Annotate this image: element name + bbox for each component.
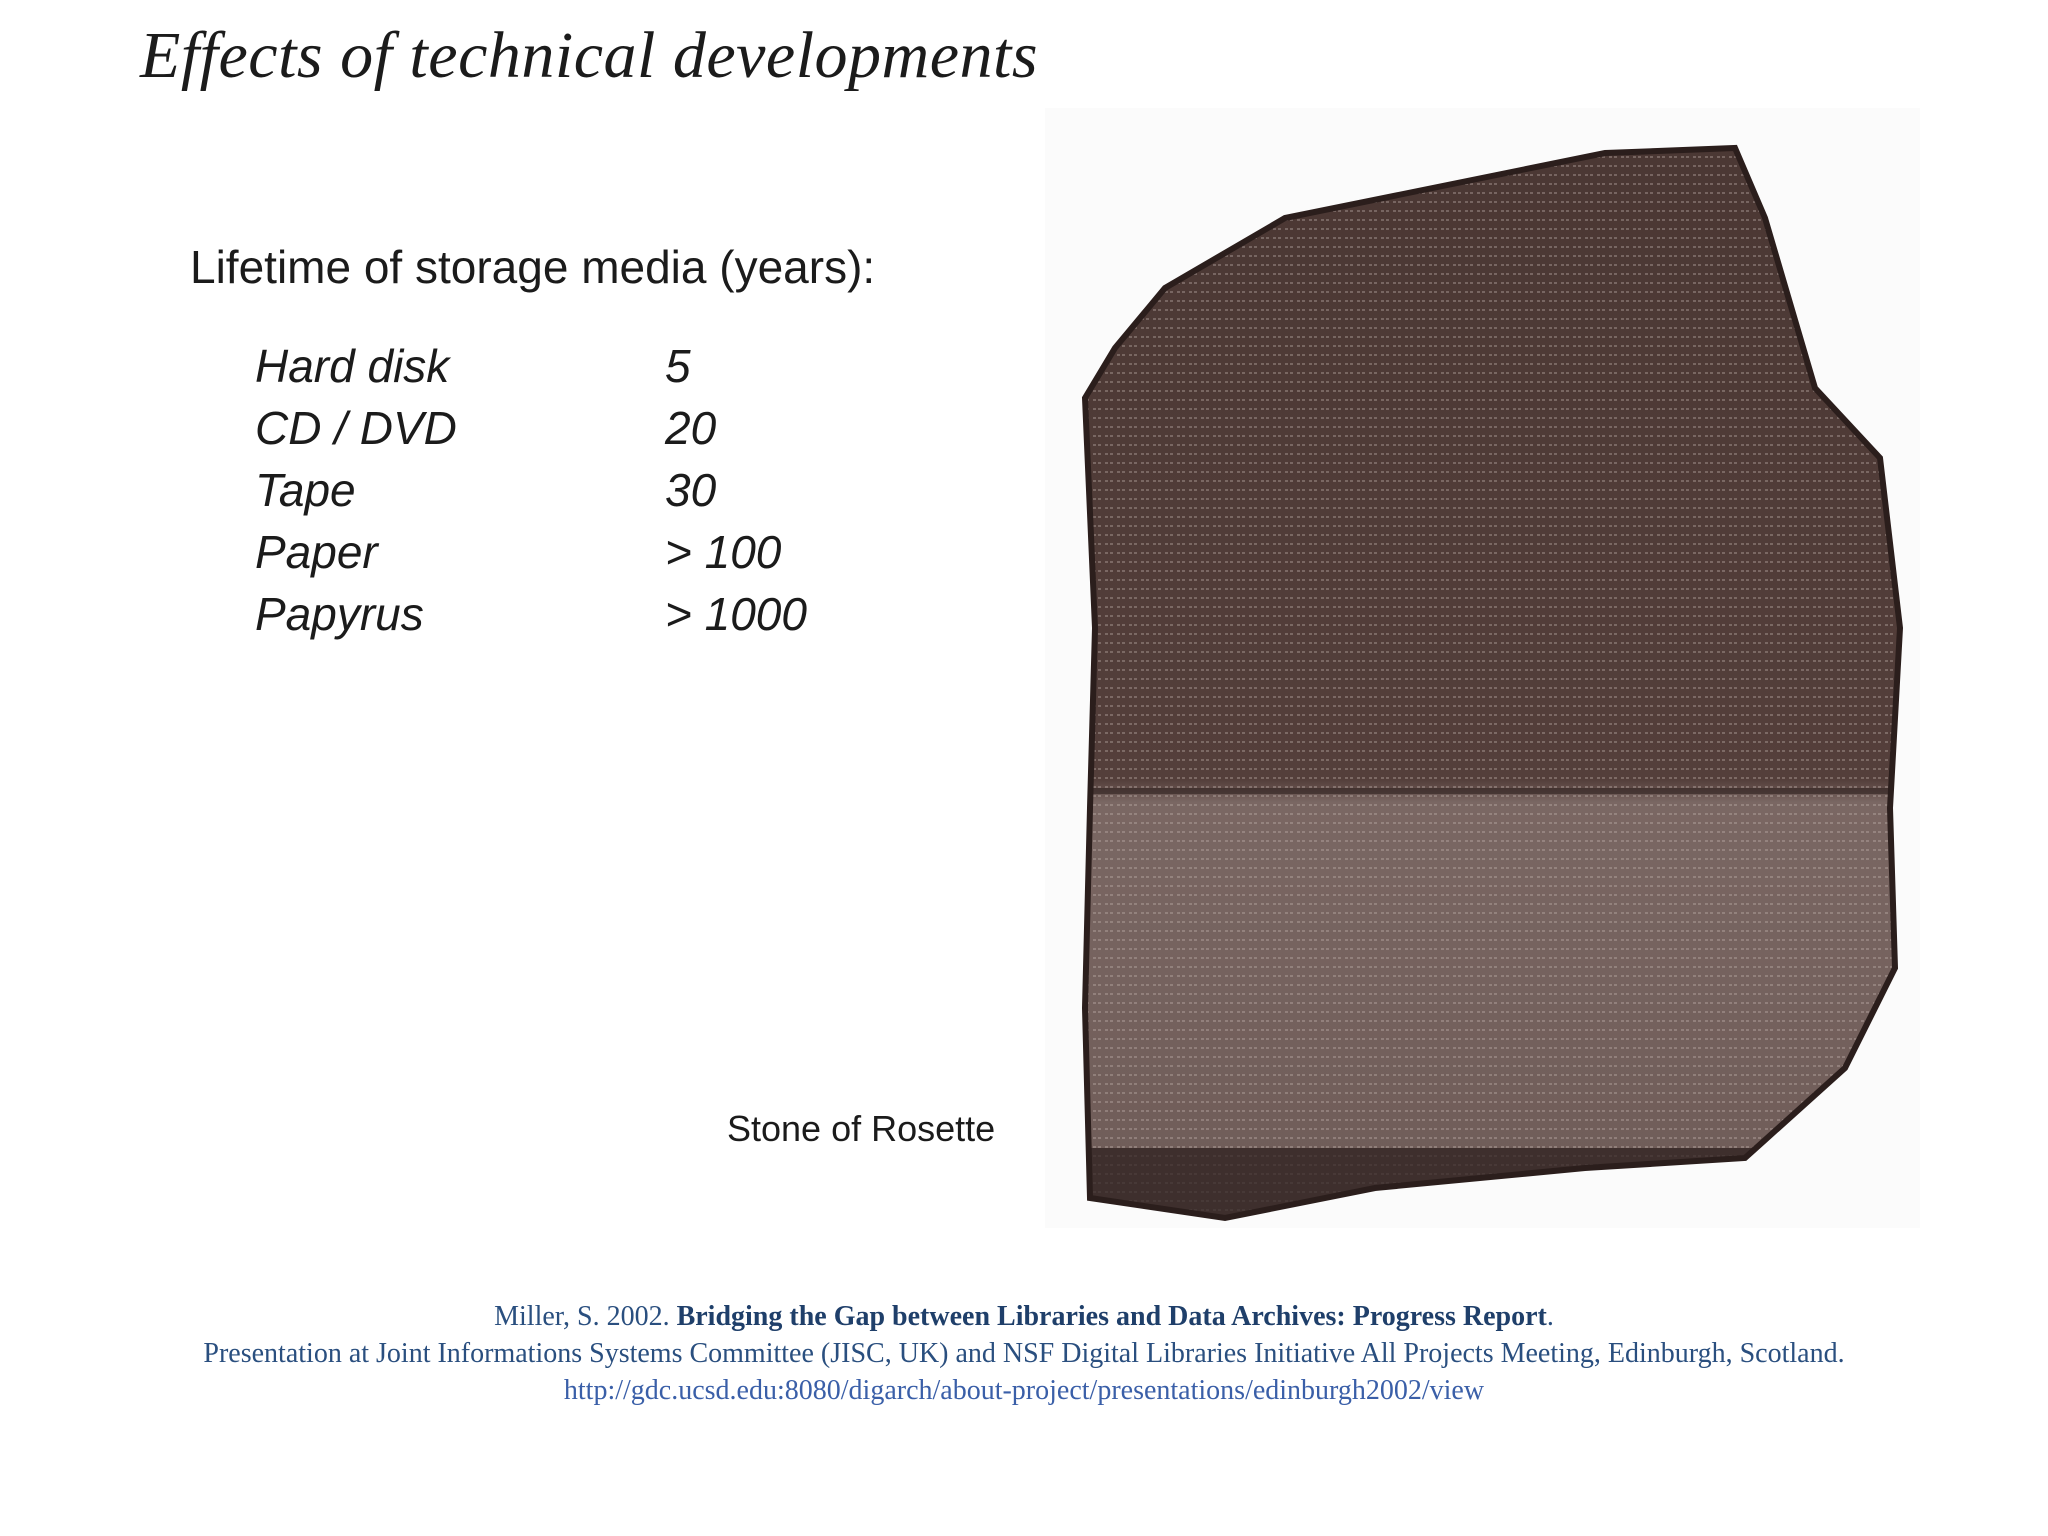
citation-period: . (1546, 1301, 1554, 1332)
media-years: 5 (665, 340, 691, 392)
image-caption: Stone of Rosette (727, 1108, 996, 1149)
citation-venue: Presentation at Joint Informations Syste… (203, 1338, 1845, 1369)
section-heading: Lifetime of storage media (years): (190, 241, 876, 293)
media-name: Paper (255, 526, 378, 578)
media-years: 30 (665, 464, 717, 516)
rosetta-stone-illustration (1081, 144, 1904, 1222)
rosetta-stone-image (1045, 108, 1920, 1228)
media-name: Tape (255, 464, 356, 516)
media-row-paper: Paper > 100 (255, 521, 855, 583)
media-row-hard-disk: Hard disk 5 (255, 335, 855, 397)
citation-line-1: Miller, S. 2002. Bridging the Gap betwee… (0, 1298, 2048, 1335)
citation-block: Miller, S. 2002. Bridging the Gap betwee… (0, 1298, 2048, 1409)
media-years: 20 (665, 402, 717, 454)
media-row-papyrus: Papyrus > 1000 (255, 583, 855, 645)
media-row-tape: Tape 30 (255, 459, 855, 521)
slide-title: Effects of technical developments (140, 19, 1039, 92)
media-years: > 100 (665, 526, 782, 578)
storage-media-list: Hard disk 5 CD / DVD 20 Tape 30 Paper > … (255, 335, 855, 645)
media-name: CD / DVD (255, 402, 457, 454)
media-name: Papyrus (255, 588, 424, 640)
citation-url-link[interactable]: http://gdc.ucsd.edu:8080/digarch/about-p… (0, 1372, 2048, 1409)
citation-author-year: Miller, S. 2002. (494, 1301, 677, 1332)
media-years: > 1000 (665, 588, 807, 640)
media-name: Hard disk (255, 340, 450, 392)
media-row-cd-dvd: CD / DVD 20 (255, 397, 855, 459)
citation-report-title: Bridging the Gap between Libraries and D… (676, 1301, 1547, 1332)
